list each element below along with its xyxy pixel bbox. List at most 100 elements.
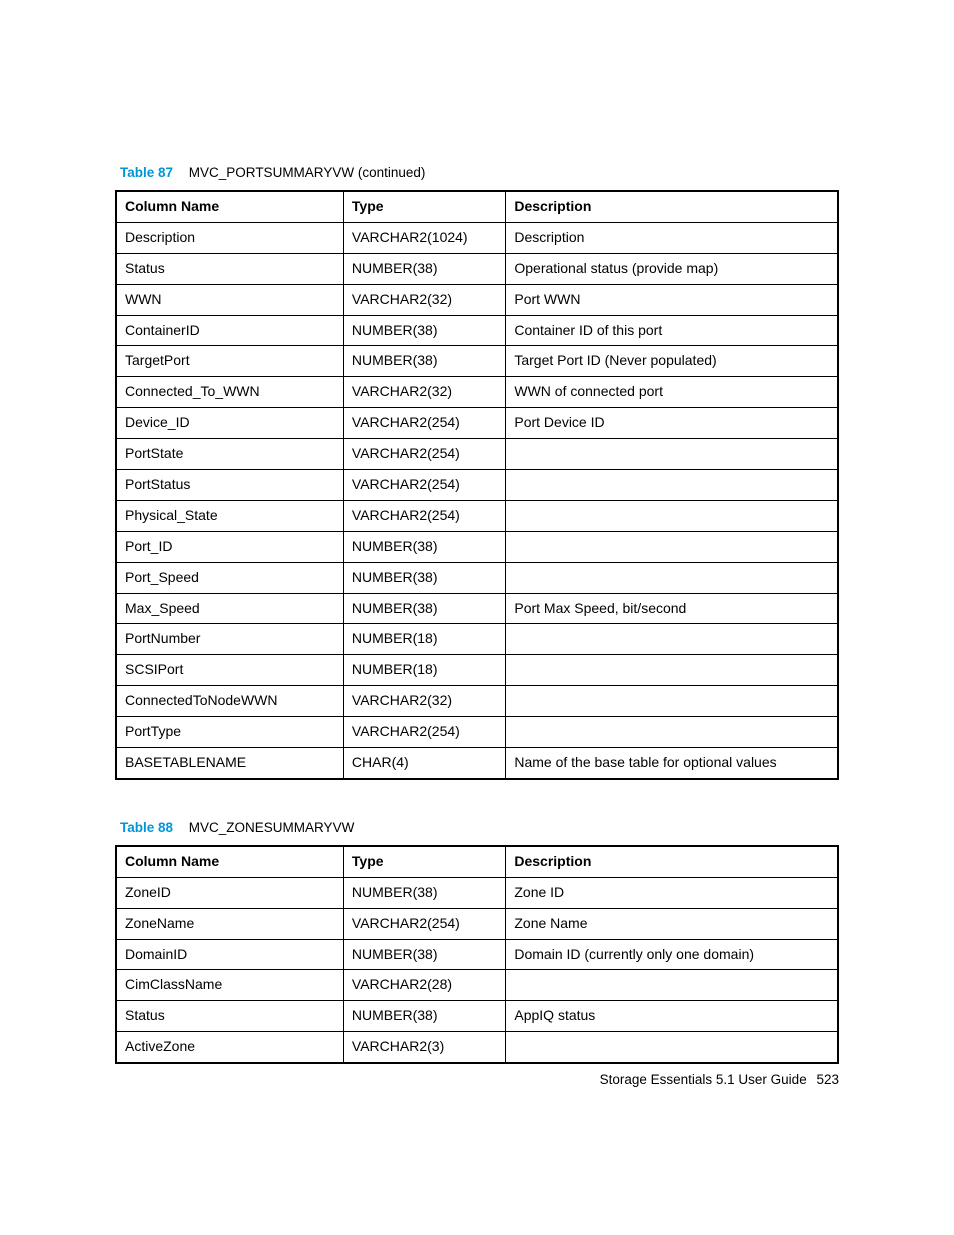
table-row: PortNumberNUMBER(18)	[116, 624, 838, 655]
table-row: TargetPortNUMBER(38)Target Port ID (Neve…	[116, 346, 838, 377]
cell-column-name: PortType	[116, 717, 343, 748]
page-footer: Storage Essentials 5.1 User Guide 523	[600, 1072, 839, 1087]
cell-column-name: Port_Speed	[116, 562, 343, 593]
footer-text: Storage Essentials 5.1 User Guide	[600, 1072, 807, 1087]
cell-type: VARCHAR2(28)	[343, 970, 505, 1001]
cell-description	[506, 470, 838, 501]
cell-column-name: ContainerID	[116, 315, 343, 346]
table-row: Connected_To_WWNVARCHAR2(32)WWN of conne…	[116, 377, 838, 408]
cell-column-name: DomainID	[116, 939, 343, 970]
table-88-body: ZoneIDNUMBER(38)Zone IDZoneNameVARCHAR2(…	[116, 877, 838, 1063]
cell-type: VARCHAR2(254)	[343, 717, 505, 748]
cell-description: Target Port ID (Never populated)	[506, 346, 838, 377]
header-type: Type	[343, 191, 505, 222]
table-row: ZoneNameVARCHAR2(254)Zone Name	[116, 908, 838, 939]
page-container: Table 87 MVC_PORTSUMMARYVW (continued) C…	[0, 0, 954, 1235]
table-header-row: Column Name Type Description	[116, 191, 838, 222]
cell-description: AppIQ status	[506, 1001, 838, 1032]
header-description: Description	[506, 846, 838, 877]
cell-description: Container ID of this port	[506, 315, 838, 346]
cell-description	[506, 686, 838, 717]
table-87: Column Name Type Description Description…	[115, 190, 839, 780]
cell-column-name: BASETABLENAME	[116, 748, 343, 779]
cell-type: NUMBER(18)	[343, 624, 505, 655]
cell-type: VARCHAR2(32)	[343, 377, 505, 408]
cell-column-name: PortState	[116, 439, 343, 470]
table-row: SCSIPortNUMBER(18)	[116, 655, 838, 686]
table-row: StatusNUMBER(38)AppIQ status	[116, 1001, 838, 1032]
cell-description	[506, 500, 838, 531]
cell-description	[506, 531, 838, 562]
table-row: Physical_StateVARCHAR2(254)	[116, 500, 838, 531]
cell-type: NUMBER(38)	[343, 531, 505, 562]
cell-type: VARCHAR2(254)	[343, 470, 505, 501]
cell-type: VARCHAR2(254)	[343, 408, 505, 439]
table-row: ActiveZoneVARCHAR2(3)	[116, 1032, 838, 1063]
cell-type: NUMBER(38)	[343, 877, 505, 908]
cell-column-name: CimClassName	[116, 970, 343, 1001]
cell-column-name: Port_ID	[116, 531, 343, 562]
cell-description: Name of the base table for optional valu…	[506, 748, 838, 779]
cell-column-name: TargetPort	[116, 346, 343, 377]
table-row: BASETABLENAMECHAR(4)Name of the base tab…	[116, 748, 838, 779]
cell-type: VARCHAR2(32)	[343, 284, 505, 315]
cell-description: Operational status (provide map)	[506, 253, 838, 284]
cell-description	[506, 717, 838, 748]
table-87-label: Table 87	[120, 165, 173, 180]
cell-description: Zone Name	[506, 908, 838, 939]
table-row: Max_SpeedNUMBER(38)Port Max Speed, bit/s…	[116, 593, 838, 624]
cell-description	[506, 655, 838, 686]
table-row: DomainIDNUMBER(38)Domain ID (currently o…	[116, 939, 838, 970]
table-87-caption: Table 87 MVC_PORTSUMMARYVW (continued)	[115, 165, 839, 180]
cell-column-name: Status	[116, 253, 343, 284]
cell-column-name: SCSIPort	[116, 655, 343, 686]
table-88: Column Name Type Description ZoneIDNUMBE…	[115, 845, 839, 1064]
cell-column-name: Connected_To_WWN	[116, 377, 343, 408]
cell-column-name: ActiveZone	[116, 1032, 343, 1063]
cell-description: Port Max Speed, bit/second	[506, 593, 838, 624]
table-row: ZoneIDNUMBER(38)Zone ID	[116, 877, 838, 908]
header-column-name: Column Name	[116, 846, 343, 877]
cell-description: Description	[506, 222, 838, 253]
cell-column-name: Status	[116, 1001, 343, 1032]
header-description: Description	[506, 191, 838, 222]
cell-type: VARCHAR2(254)	[343, 908, 505, 939]
table-row: DescriptionVARCHAR2(1024)Description	[116, 222, 838, 253]
table-87-title: MVC_PORTSUMMARYVW (continued)	[189, 165, 426, 180]
cell-description: Port WWN	[506, 284, 838, 315]
cell-column-name: PortStatus	[116, 470, 343, 501]
table-row: CimClassNameVARCHAR2(28)	[116, 970, 838, 1001]
cell-column-name: ZoneName	[116, 908, 343, 939]
cell-type: NUMBER(38)	[343, 562, 505, 593]
table-88-title: MVC_ZONESUMMARYVW	[189, 820, 355, 835]
cell-type: VARCHAR2(32)	[343, 686, 505, 717]
table-row: ConnectedToNodeWWNVARCHAR2(32)	[116, 686, 838, 717]
cell-description: Zone ID	[506, 877, 838, 908]
cell-type: NUMBER(38)	[343, 939, 505, 970]
cell-type: VARCHAR2(3)	[343, 1032, 505, 1063]
cell-type: VARCHAR2(254)	[343, 500, 505, 531]
cell-type: NUMBER(38)	[343, 1001, 505, 1032]
cell-type: CHAR(4)	[343, 748, 505, 779]
cell-column-name: Description	[116, 222, 343, 253]
table-88-label: Table 88	[120, 820, 173, 835]
cell-type: NUMBER(18)	[343, 655, 505, 686]
table-row: StatusNUMBER(38)Operational status (prov…	[116, 253, 838, 284]
table-row: ContainerIDNUMBER(38)Container ID of thi…	[116, 315, 838, 346]
cell-column-name: ZoneID	[116, 877, 343, 908]
footer-page-number: 523	[816, 1072, 839, 1087]
table-88-caption: Table 88 MVC_ZONESUMMARYVW	[115, 820, 839, 835]
cell-description	[506, 624, 838, 655]
cell-description	[506, 562, 838, 593]
cell-column-name: PortNumber	[116, 624, 343, 655]
cell-type: NUMBER(38)	[343, 346, 505, 377]
cell-type: NUMBER(38)	[343, 253, 505, 284]
header-column-name: Column Name	[116, 191, 343, 222]
cell-description	[506, 970, 838, 1001]
cell-type: NUMBER(38)	[343, 593, 505, 624]
table-row: PortStateVARCHAR2(254)	[116, 439, 838, 470]
cell-column-name: WWN	[116, 284, 343, 315]
table-header-row: Column Name Type Description	[116, 846, 838, 877]
cell-description: Domain ID (currently only one domain)	[506, 939, 838, 970]
cell-type: NUMBER(38)	[343, 315, 505, 346]
